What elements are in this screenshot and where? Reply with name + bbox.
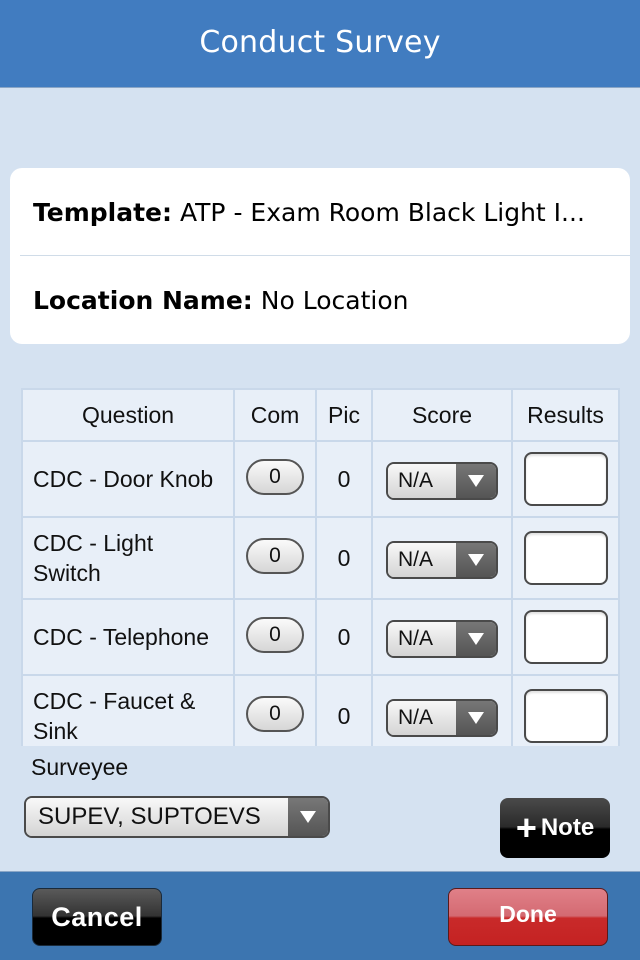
result-input[interactable]	[523, 531, 608, 585]
bottom-toolbar: Cancel Done	[0, 871, 640, 960]
question-text: CDC - Faucet & Sink	[23, 676, 235, 746]
question-text: CDC - Door Knob	[23, 442, 235, 516]
comments-button[interactable]: 0	[246, 617, 304, 653]
chevron-down-icon	[468, 712, 484, 724]
score-value: N/A	[388, 464, 456, 498]
result-input[interactable]	[523, 452, 608, 506]
result-input[interactable]	[523, 689, 608, 743]
question-text: CDC - Telephone	[23, 600, 235, 674]
chevron-down-icon	[300, 811, 316, 823]
survey-questions-table[interactable]: Question Com Pic Score Results CDC - Doo…	[21, 388, 620, 746]
header-pic: Pic	[317, 390, 373, 440]
add-note-button[interactable]: + Note	[500, 798, 610, 858]
location-label: Location Name:	[33, 285, 253, 315]
score-value: N/A	[388, 701, 456, 735]
plus-icon: +	[515, 807, 537, 848]
score-dropdown[interactable]: N/A	[386, 541, 498, 579]
surveyee-dropdown[interactable]: SUPEV, SUPTOEVS	[24, 796, 330, 838]
location-row[interactable]: Location Name: No Location	[10, 256, 630, 344]
header-results: Results	[527, 401, 604, 428]
cancel-button[interactable]: Cancel	[32, 888, 162, 946]
chevron-down-icon	[468, 633, 484, 645]
add-note-label: Note	[540, 814, 595, 841]
comments-button[interactable]: 0	[246, 459, 304, 495]
score-dropdown[interactable]: N/A	[386, 462, 498, 500]
template-row[interactable]: Template: ATP - Exam Room Black Light I.…	[10, 168, 630, 256]
header-score: Score	[373, 390, 513, 440]
question-text: CDC - Light Switch	[23, 518, 235, 598]
comments-button[interactable]: 0	[246, 538, 304, 574]
pictures-count: 0	[317, 518, 373, 598]
surveyee-label: Surveyee	[31, 754, 129, 780]
table-row: CDC - Telephone 0 0 N/A	[23, 600, 618, 676]
navigation-bar: Conduct Survey	[0, 0, 640, 88]
score-value: N/A	[388, 622, 456, 656]
template-value: ATP - Exam Room Black Light I...	[179, 197, 585, 227]
chevron-down-icon	[468, 475, 484, 487]
comments-button[interactable]: 0	[246, 696, 304, 732]
location-value: No Location	[260, 285, 409, 315]
score-dropdown[interactable]: N/A	[386, 699, 498, 737]
table-row: CDC - Faucet & Sink 0 0 N/A	[23, 676, 618, 746]
result-input[interactable]	[523, 610, 608, 664]
header-question: Question	[23, 390, 235, 440]
table-row: CDC - Door Knob 0 0 N/A	[23, 442, 618, 518]
table-header: Question Com Pic Score Results	[23, 390, 618, 442]
survey-info-card: Template: ATP - Exam Room Black Light I.…	[10, 168, 630, 344]
pictures-count: 0	[317, 442, 373, 516]
score-value: N/A	[388, 543, 456, 577]
done-button[interactable]: Done	[448, 888, 608, 946]
header-com: Com	[235, 390, 317, 440]
surveyee-value: SUPEV, SUPTOEVS	[26, 798, 288, 836]
template-label: Template:	[33, 197, 172, 227]
pictures-count: 0	[317, 676, 373, 746]
chevron-down-icon	[468, 554, 484, 566]
page-title: Conduct Survey	[199, 25, 441, 60]
pictures-count: 0	[317, 600, 373, 674]
table-row: CDC - Light Switch 0 0 N/A	[23, 518, 618, 600]
score-dropdown[interactable]: N/A	[386, 620, 498, 658]
